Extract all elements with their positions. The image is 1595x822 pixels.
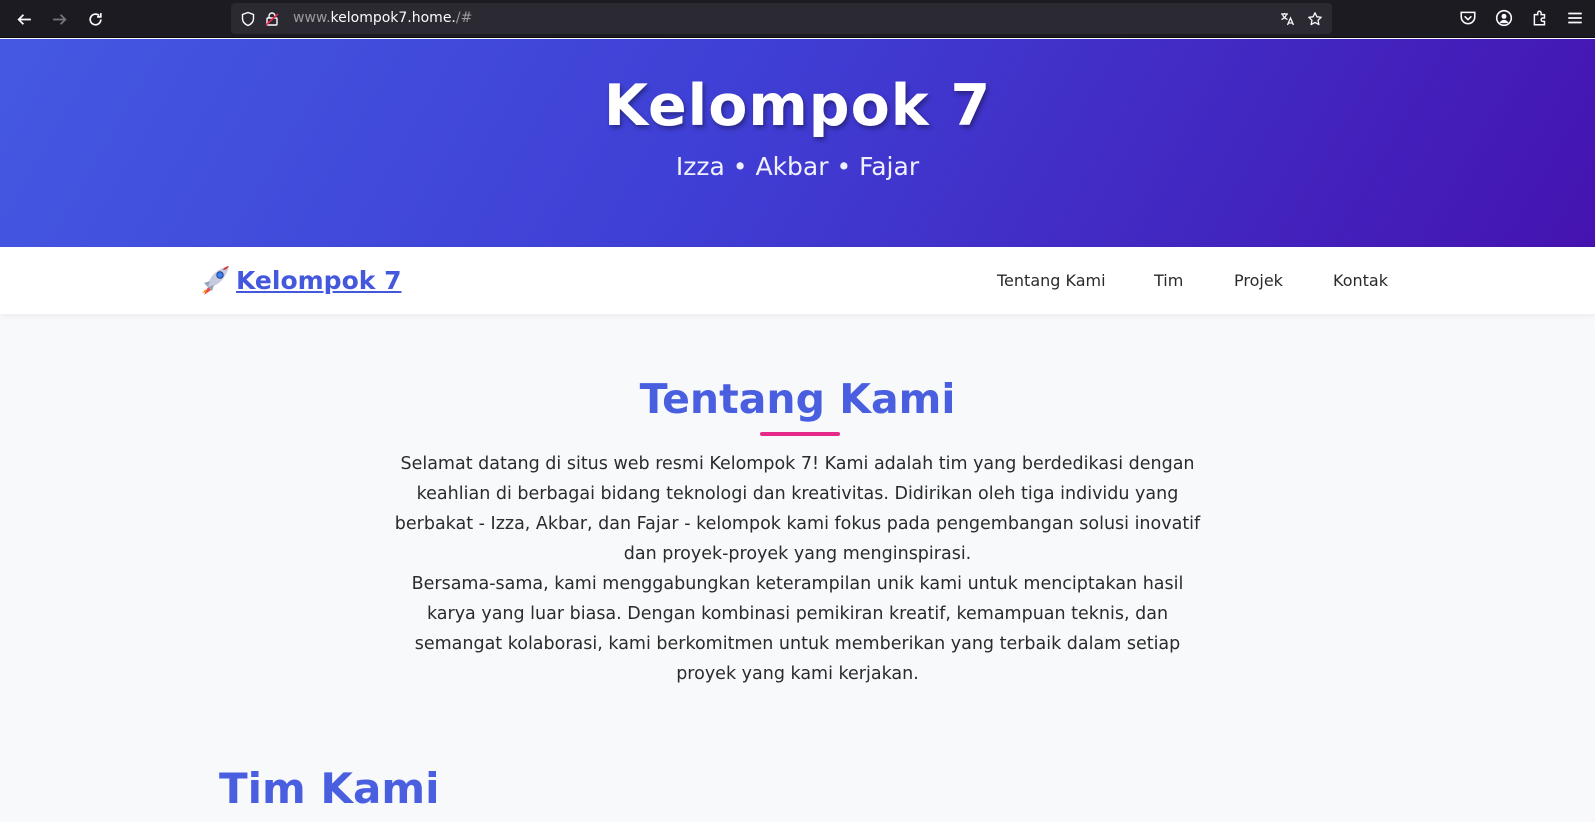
nav-link-tentang-kami[interactable]: Tentang Kami (997, 271, 1106, 290)
hero-subtitle: Izza • Akbar • Fajar (675, 152, 920, 181)
team-title: Tim Kami (219, 764, 440, 813)
forward-arrow-icon[interactable] (47, 7, 71, 31)
nav-link-tim[interactable]: Tim (1154, 271, 1183, 290)
url-prefix: www. (293, 10, 331, 26)
nav-link-kontak[interactable]: Kontak (1333, 271, 1388, 290)
url-suffix: /# (455, 10, 473, 26)
rocket-icon (202, 266, 229, 295)
account-icon[interactable] (1495, 9, 1513, 27)
back-arrow-icon[interactable] (12, 7, 36, 31)
brand-label: Kelompok 7 (236, 265, 402, 295)
nav-link-projek[interactable]: Projek (1234, 271, 1283, 290)
url-domain: kelompok7.home. (330, 10, 456, 26)
shield-icon[interactable] (240, 11, 256, 27)
about-paragraph-2: Bersama-sama, kami menggabungkan keteram… (411, 574, 1184, 684)
hero-banner: Kelompok 7 Izza • Akbar • Fajar (0, 39, 1595, 247)
lock-icon[interactable] (264, 11, 280, 27)
main-navbar: Kelompok 7 Tentang Kami Tim Projek Konta… (0, 247, 1595, 314)
browser-toolbar: www.kelompok7.home./# (0, 0, 1595, 38)
url-text[interactable]: www.kelompok7.home./# (293, 10, 472, 26)
brand-link[interactable]: Kelompok 7 (198, 263, 401, 297)
about-paragraph-1: Selamat datang di situs web resmi Kelomp… (394, 454, 1201, 564)
address-bar[interactable]: www.kelompok7.home./# (231, 3, 1332, 34)
hero-title: Kelompok 7 (603, 73, 992, 139)
extensions-icon[interactable] (1531, 9, 1549, 27)
menu-icon[interactable] (1566, 9, 1584, 27)
translate-icon[interactable] (1279, 11, 1295, 27)
about-title: Tentang Kami (639, 375, 956, 423)
pocket-icon[interactable] (1459, 9, 1477, 27)
reload-icon[interactable] (83, 7, 107, 31)
bookmark-star-icon[interactable] (1307, 11, 1323, 27)
title-underline (760, 432, 840, 436)
about-text: Selamat datang di situs web resmi Kelomp… (390, 449, 1205, 689)
